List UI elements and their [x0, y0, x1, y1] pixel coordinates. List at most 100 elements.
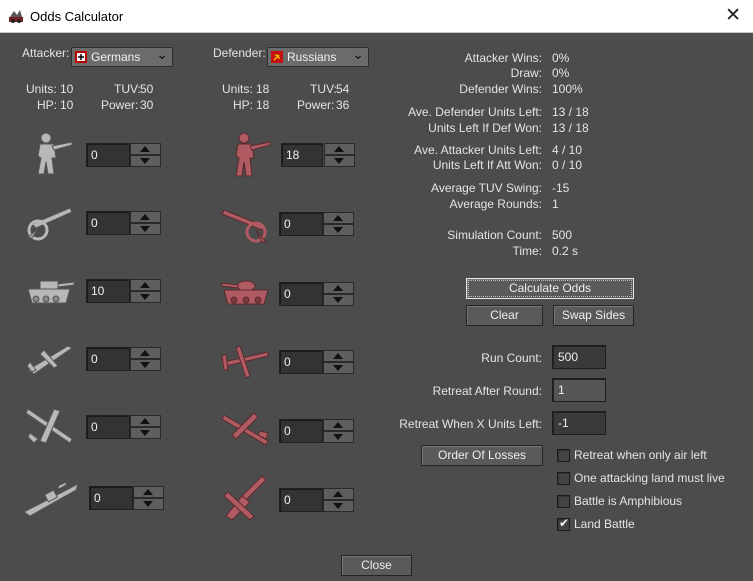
defender-wins-value: 100%	[552, 82, 583, 96]
defender-country-value: Russians	[287, 50, 337, 64]
arrow-down-icon	[140, 294, 150, 300]
defender-bomber-increment-button[interactable]	[323, 419, 354, 431]
defender-fighter-decrement-button[interactable]	[323, 362, 354, 374]
arrow-up-icon	[333, 491, 343, 497]
close-button[interactable]: Close	[341, 555, 412, 576]
arrow-up-icon	[140, 418, 150, 424]
avg-rounds-value: 1	[552, 197, 559, 211]
units-left-if-def-won-value: 13 / 18	[552, 121, 589, 135]
arrow-down-icon	[143, 501, 153, 507]
attacker-wins-value: 0%	[552, 51, 570, 65]
attacker-bomber-count-value: 0	[91, 420, 98, 434]
retreat-after-round-input[interactable]: 1	[552, 378, 606, 402]
attacker-armour-increment-button[interactable]	[130, 279, 161, 291]
defender-tuv-label: TUV:	[310, 82, 337, 96]
attacker-hp-label: HP:	[37, 98, 58, 112]
arrow-up-icon	[143, 489, 153, 495]
defender-artillery-decrement-button[interactable]	[323, 224, 354, 236]
arrow-up-icon	[333, 422, 343, 428]
defender-infantry-increment-button[interactable]	[324, 143, 355, 155]
amphibious-checkbox[interactable]	[557, 495, 570, 508]
run-count-input[interactable]: 500	[552, 345, 606, 369]
defender-hp-label: HP:	[233, 98, 254, 112]
attacker-label: Attacker:	[22, 46, 70, 60]
amphibious-label: Battle is Amphibious	[574, 494, 683, 508]
attacker-armour-decrement-button[interactable]	[130, 291, 161, 303]
attacker-fighter-count[interactable]: 0	[86, 347, 130, 371]
defender-armour-increment-button[interactable]	[323, 282, 354, 294]
attacker-battleship-icon	[22, 478, 80, 518]
attacker-bomber-decrement-button[interactable]	[130, 427, 161, 439]
attacker-battleship-increment-button[interactable]	[133, 486, 164, 498]
attacker-fighter-decrement-button[interactable]	[130, 359, 161, 371]
attacker-bomber-increment-button[interactable]	[130, 415, 161, 427]
draw-value: 0%	[552, 66, 570, 80]
defender-units-value: 18	[256, 82, 270, 96]
attacker-artillery-count[interactable]: 0	[86, 211, 130, 235]
chevron-down-icon: ⌄	[156, 46, 168, 62]
defender-country-select[interactable]: Russians ⌄	[267, 46, 369, 67]
defender-infantry-icon	[222, 130, 272, 178]
attacker-battleship-count-value: 0	[94, 491, 101, 505]
retreat-units-left-value: -1	[558, 416, 569, 430]
defender-artillery-icon	[220, 204, 272, 246]
retreat-after-round-label: Retreat After Round:	[432, 384, 542, 398]
defender-bomber-decrement-button[interactable]	[323, 431, 354, 443]
land-battle-label: Land Battle	[574, 517, 635, 531]
retreat-units-left-input[interactable]: -1	[552, 411, 606, 435]
defender-fighter-count-value: 0	[284, 355, 291, 369]
attacker-armour-count[interactable]: 10	[86, 279, 130, 303]
attacker-armour-count-value: 10	[91, 284, 105, 298]
units-left-if-def-won-label: Units Left If Def Won:	[428, 121, 542, 135]
arrow-down-icon	[140, 362, 150, 368]
defender-infantry-count[interactable]: 18	[281, 143, 323, 167]
defender-artillery-increment-button[interactable]	[323, 212, 354, 224]
attacker-battleship-decrement-button[interactable]	[133, 498, 164, 510]
defender-infantry-decrement-button[interactable]	[324, 155, 355, 167]
retreat-air-only-checkbox[interactable]	[557, 449, 570, 462]
simulation-count-label: Simulation Count:	[447, 228, 542, 242]
attacker-battleship-count[interactable]: 0	[89, 486, 133, 510]
one-land-must-live-label: One attacking land must live	[574, 471, 725, 485]
simulation-count-value: 500	[552, 228, 573, 242]
land-battle-checkbox[interactable]: ✔	[557, 516, 570, 531]
attacker-wins-label: Attacker Wins:	[464, 51, 542, 65]
defender-aa-gun-decrement-button[interactable]	[323, 500, 354, 512]
avg-rounds-label: Average Rounds:	[449, 197, 542, 211]
attacker-artillery-decrement-button[interactable]	[130, 223, 161, 235]
calculate-odds-button[interactable]: Calculate Odds	[466, 278, 634, 299]
defender-fighter-count[interactable]: 0	[279, 350, 323, 374]
defender-artillery-count[interactable]: 0	[279, 212, 323, 236]
swap-sides-button[interactable]: Swap Sides	[553, 305, 634, 326]
attacker-artillery-icon	[24, 202, 74, 242]
german-flag-icon	[75, 51, 87, 63]
defender-bomber-count[interactable]: 0	[279, 419, 323, 443]
defender-aa-gun-increment-button[interactable]	[323, 488, 354, 500]
attacker-infantry-decrement-button[interactable]	[130, 155, 161, 167]
attacker-bomber-count[interactable]: 0	[86, 415, 130, 439]
window-close-icon[interactable]: ✕	[725, 4, 741, 27]
defender-armour-count[interactable]: 0	[279, 282, 323, 306]
attacker-power-label: Power:	[101, 98, 139, 112]
title-bar: Odds Calculator ✕	[0, 0, 753, 33]
defender-armour-decrement-button[interactable]	[323, 294, 354, 306]
defender-infantry-count-value: 18	[286, 148, 300, 162]
defender-bomber-count-value: 0	[284, 424, 291, 438]
defender-aa-gun-count[interactable]: 0	[279, 488, 323, 512]
one-land-must-live-checkbox[interactable]	[557, 472, 570, 485]
attacker-artillery-increment-button[interactable]	[130, 211, 161, 223]
attacker-infantry-increment-button[interactable]	[130, 143, 161, 155]
attacker-country-select[interactable]: Germans ⌄	[71, 46, 173, 67]
defender-fighter-increment-button[interactable]	[323, 350, 354, 362]
attacker-infantry-count-value: 0	[91, 148, 98, 162]
defender-armour-icon	[220, 276, 272, 310]
avg-attacker-units-left-label: Ave. Attacker Units Left:	[414, 143, 542, 157]
clear-button[interactable]: Clear	[466, 305, 543, 326]
units-left-if-att-won-value: 0 / 10	[552, 158, 583, 172]
attacker-infantry-count[interactable]: 0	[86, 143, 130, 167]
defender-units-label: Units:	[222, 82, 253, 96]
time-value: 0.2 s	[552, 244, 579, 258]
defender-armour-count-value: 0	[284, 287, 291, 301]
attacker-fighter-increment-button[interactable]	[130, 347, 161, 359]
order-of-losses-button[interactable]: Order Of Losses	[421, 445, 543, 466]
